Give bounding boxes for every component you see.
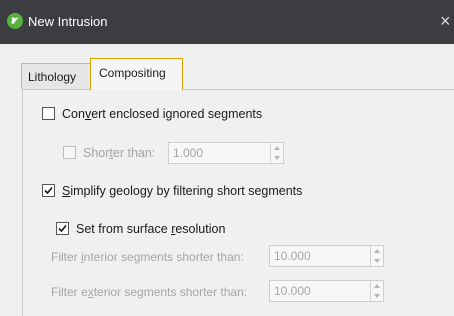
increment-arrow-icon[interactable]: [371, 281, 383, 291]
tab-compositing[interactable]: Compositing: [90, 58, 183, 90]
filter-interior-value: 10.000: [274, 249, 311, 263]
convert-enclosed-checkbox[interactable]: Convert enclosed ignored segments: [42, 105, 342, 123]
shorter-than-stepper: [270, 143, 283, 163]
simplify-geology-checkbox-box[interactable]: [42, 184, 55, 197]
tab-lithology[interactable]: Lithology: [21, 63, 91, 89]
set-from-surface-checkbox[interactable]: Set from surface resolution: [56, 220, 256, 238]
decrement-arrow-icon[interactable]: [371, 291, 383, 301]
title-bar: New Intrusion ×: [0, 0, 454, 44]
filter-interior-spinbox[interactable]: 10.000: [269, 245, 384, 267]
shorter-than-value: 1.000: [173, 146, 204, 160]
checkmark-icon: [58, 224, 67, 233]
convert-enclosed-label: Convert enclosed ignored segments: [62, 107, 263, 121]
shorter-than-checkbox-box[interactable]: [63, 146, 76, 159]
tab-lithology-label: Lithology: [28, 70, 77, 84]
filter-exterior-spinbox[interactable]: 10.000: [269, 280, 384, 302]
convert-enclosed-checkbox-box[interactable]: [42, 107, 55, 120]
checkmark-icon: [44, 186, 53, 195]
filter-interior-stepper: [370, 246, 383, 266]
app-logo-icon: [7, 13, 23, 29]
increment-arrow-icon[interactable]: [371, 246, 383, 256]
simplify-geology-checkbox[interactable]: Simplify geology by filtering short segm…: [42, 182, 362, 200]
increment-arrow-icon[interactable]: [271, 143, 283, 153]
filter-exterior-label: Filter exterior segments shorter than:: [51, 285, 248, 299]
compositing-panel: [22, 89, 454, 316]
filter-exterior-value: 10.000: [274, 284, 311, 298]
shorter-than-label: Shorter than:: [83, 146, 156, 160]
set-from-surface-checkbox-box[interactable]: [56, 222, 69, 235]
shorter-than-spinbox[interactable]: 1.000: [168, 142, 284, 164]
close-button[interactable]: ×: [440, 11, 454, 31]
set-from-surface-label: Set from surface resolution: [76, 222, 226, 236]
tab-compositing-label: Compositing: [99, 66, 166, 80]
decrement-arrow-icon[interactable]: [271, 153, 283, 163]
shorter-than-checkbox[interactable]: Shorter than:: [63, 144, 173, 162]
decrement-arrow-icon[interactable]: [371, 256, 383, 266]
window-title: New Intrusion: [28, 14, 108, 29]
filter-exterior-stepper: [370, 281, 383, 301]
simplify-geology-label: Simplify geology by filtering short segm…: [62, 184, 303, 198]
filter-interior-label: Filter interior segments shorter than:: [51, 250, 244, 264]
